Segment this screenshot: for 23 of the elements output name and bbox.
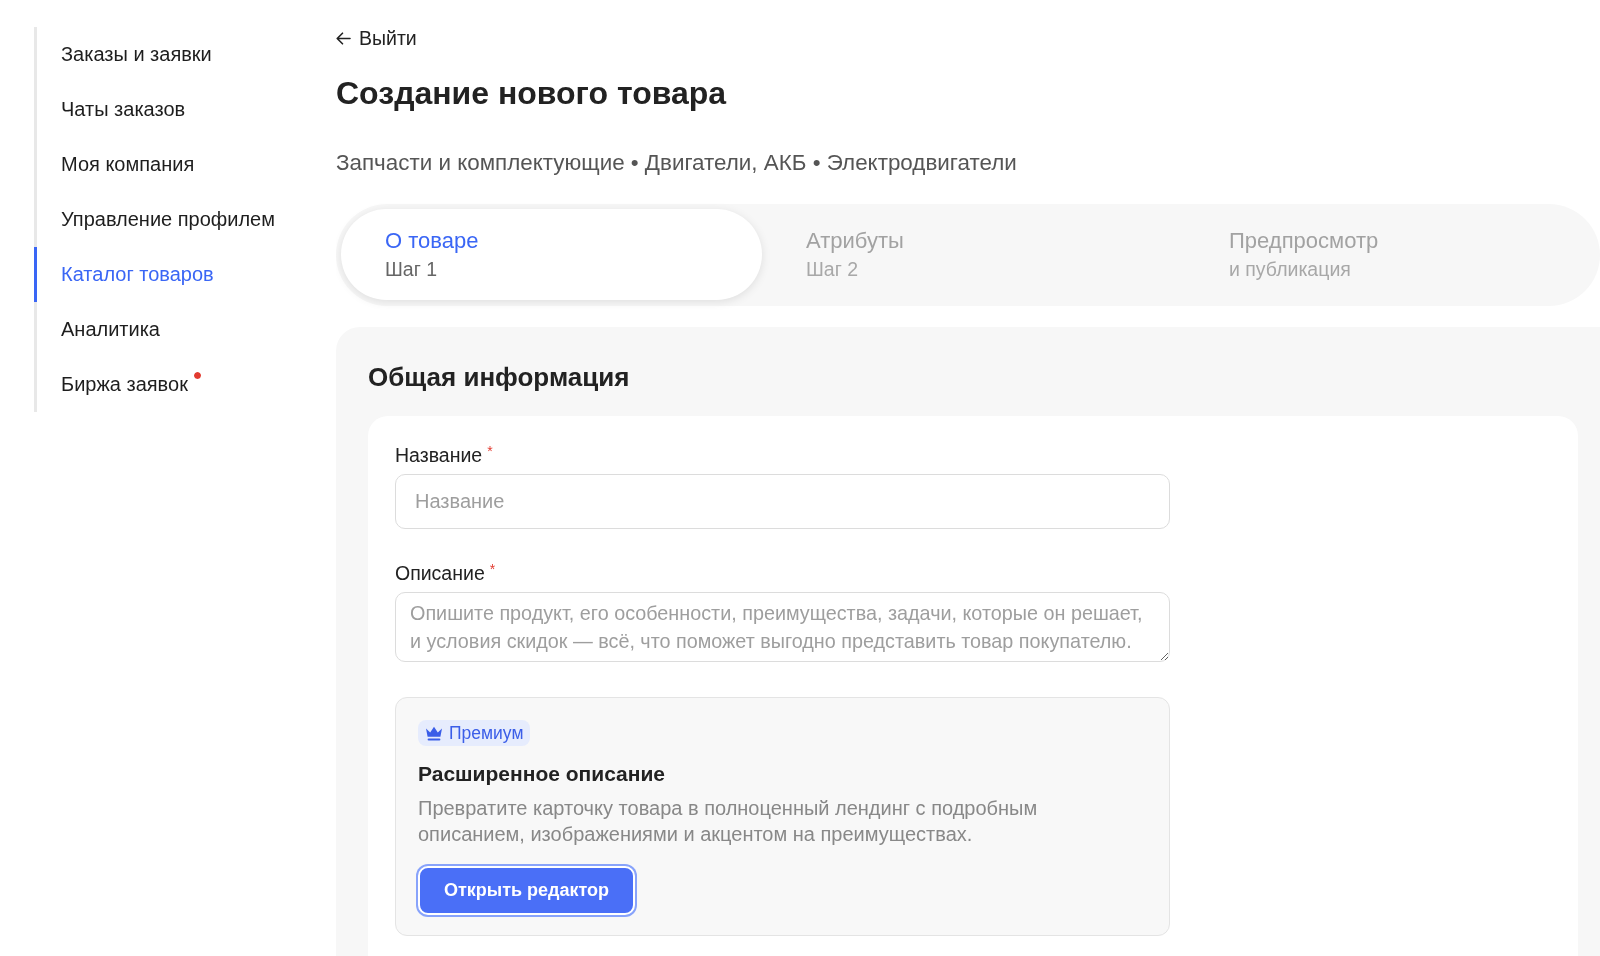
category-path: Запчасти и комплектующие • Двигатели, АКБ • Электродвигатели: [336, 149, 1017, 177]
open-editor-button[interactable]: Открыть редактор: [418, 866, 636, 915]
step-tab[interactable]: О товаре Шаг 1: [341, 209, 762, 300]
sidebar-item[interactable]: Заказы и заявки: [34, 27, 336, 82]
sidebar-item[interactable]: Чаты заказов: [34, 82, 336, 137]
required-mark: *: [489, 561, 496, 577]
sidebar-item[interactable]: Управление профилем: [34, 192, 336, 247]
sidebar-item[interactable]: Аналитика: [34, 302, 336, 357]
field-label: Название: [395, 443, 483, 467]
description-textarea[interactable]: Опишите продукт, его особенности, преимущества, задачи, которые он решает, и условия скидок — всё, что поможет выгодно представить товар покупателю.: [395, 592, 1170, 662]
required-mark: *: [487, 443, 493, 459]
field-label: Описание: [395, 561, 485, 585]
badge-label: Премиум: [449, 722, 524, 744]
name-input[interactable]: Название: [395, 474, 1170, 529]
crown-icon: [425, 725, 443, 741]
premium-title: Расширенное описание: [418, 761, 666, 787]
section-title: Общая информация: [368, 361, 631, 394]
sidebar-item[interactable]: Биржа заявок: [34, 357, 336, 412]
sidebar-item[interactable]: Моя компания: [34, 137, 336, 192]
premium-description: Превратите карточку товара в полноценный лендинг с подробным описанием, изображениями и акцентом на преимуществах.: [418, 796, 1039, 847]
arrow-left-icon: [336, 31, 351, 45]
page-title: Создание нового товара: [336, 74, 727, 113]
back-link[interactable]: Выйти: [336, 26, 417, 50]
